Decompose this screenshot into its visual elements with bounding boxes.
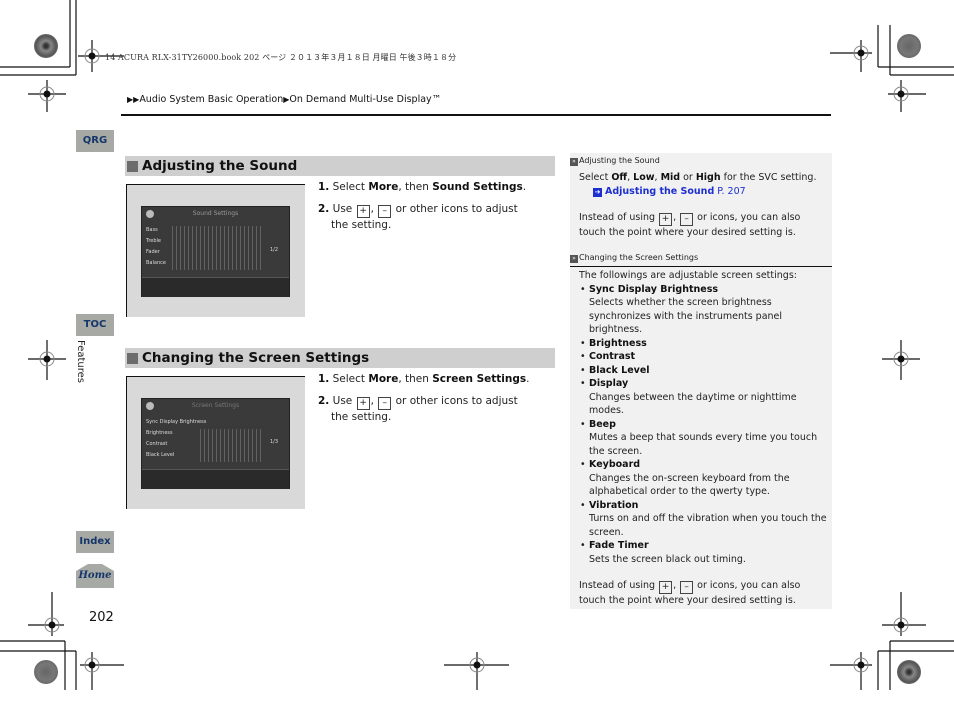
screen-settings-screenshot: Screen Settings Sync Display Brightness … [126,376,305,509]
setting-list-item: Brightness [579,337,829,351]
section-heading: Adjusting the Sound [125,156,555,176]
double-chevron-icon: » [570,255,578,263]
setting-list-item: Sync Display BrightnessSelects whether t… [579,283,829,337]
adjusting-sound-link[interactable]: ➔ Adjusting the Sound P. 207 [579,185,829,199]
qrg-tab[interactable]: QRG [76,130,114,152]
sound-settings-screen: Sound Settings Bass Treble Fader Balance… [141,206,290,297]
sound-settings-screenshot: Sound Settings Bass Treble Fader Balance… [126,184,305,317]
section-square-icon [127,160,138,172]
print-header: 14 ACURA RLX-31TY26000.book 202 ページ ２０１３… [105,53,457,62]
header-rule [121,114,831,116]
screen-row: Sync Display Brightness [146,419,207,425]
setting-description: Changes the on-screen keyboard from the … [589,472,790,498]
note-heading: » Changing the Screen Settings [570,253,698,263]
registration-disc-icon [897,660,921,684]
setting-description: Changes between the daytime or nighttime… [589,391,797,417]
registration-disc-icon [34,34,58,58]
section-heading: Changing the Screen Settings [125,348,555,368]
registration-disc-icon [34,660,58,684]
home-tab-label: Home [78,570,112,581]
minus-icon: – [680,581,694,594]
setting-name: Contrast [579,350,829,364]
steps-screen: 1. Select More, then Screen Settings. 2.… [318,372,548,432]
screen-bottom-bar [142,469,289,489]
setting-description: Mutes a beep that sounds every time you … [589,432,818,457]
setting-name: Fade Timer [579,539,829,553]
breadcrumb-arrows-icon: ▶▶ [127,95,140,104]
page-indicator: 1/2 [270,247,279,253]
registration-disc-icon [897,34,921,58]
plus-icon: + [356,205,370,218]
screen-bottom-bar [142,277,289,297]
setting-list-item: BeepMutes a beep that sounds every time … [579,418,829,459]
page-indicator: 1/3 [270,439,279,445]
setting-name: Display [579,377,829,391]
breadcrumb-item[interactable]: Audio System Basic Operation [139,94,283,105]
setting-name: Keyboard [579,458,829,472]
setting-list-item: VibrationTurns on and off the vibration … [579,499,829,540]
link-arrow-icon: ➔ [593,187,602,197]
page-number: 202 [89,610,114,625]
step: 2. Use +, – or other icons to adjust the … [318,395,518,423]
setting-name: Brightness [579,337,829,351]
setting-description: Turns on and off the vibration when you … [589,513,827,538]
setting-list-item: Contrast [579,350,829,364]
setting-name: Sync Display Brightness [579,283,829,297]
minus-icon: – [378,205,392,218]
setting-list-item: Fade TimerSets the screen black out timi… [579,539,829,566]
screen-settings-list: Sync Display BrightnessSelects whether t… [579,283,829,567]
note-screen: The followings are adjustable screen set… [579,269,829,608]
plus-icon: + [659,213,673,226]
home-tab[interactable]: Home [76,563,114,588]
setting-description: Selects whether the screen brightness sy… [589,297,783,335]
note-sound: Select Off, Low, Mid or High for the SVC… [579,171,829,240]
notes-sidebar: » Adjusting the Sound Select Off, Low, Mi… [570,153,832,609]
step: 1. Select More, then Sound Settings. [318,181,527,193]
setting-description: Sets the screen black out timing. [589,553,746,565]
breadcrumb: ▶▶Audio System Basic Operation▶On Demand… [127,94,441,105]
double-chevron-icon: » [570,158,578,166]
setting-list-item: KeyboardChanges the on-screen keyboard f… [579,458,829,499]
screen-settings-screen: Screen Settings Sync Display Brightness … [141,398,290,489]
setting-name: Black Level [579,364,829,378]
step: 2. Use +, – or other icons to adjust the … [318,203,518,231]
setting-list-item: DisplayChanges between the daytime or ni… [579,377,829,418]
step: 1. Select More, then Screen Settings. [318,373,530,385]
setting-list-item: Black Level [579,364,829,378]
plus-icon: + [356,397,370,410]
plus-icon: + [659,581,673,594]
toc-tab[interactable]: TOC [76,314,114,336]
setting-name: Vibration [579,499,829,513]
steps-sound: 1. Select More, then Sound Settings. 2. … [318,180,548,240]
minus-icon: – [378,397,392,410]
screen-title: Sound Settings [192,210,239,217]
section-title: Adjusting the Sound [142,158,298,174]
breadcrumb-item[interactable]: On Demand Multi-Use Display™ [289,94,441,105]
note-divider [570,266,832,267]
level-bars [172,226,262,270]
index-tab[interactable]: Index [76,531,114,553]
screen-title: Screen Settings [191,402,240,409]
side-label: Features [75,340,86,383]
level-bars [200,429,262,462]
setting-name: Beep [579,418,829,432]
note-heading: » Adjusting the Sound [570,156,660,166]
section-square-icon [127,352,138,364]
minus-icon: – [680,213,694,226]
section-title: Changing the Screen Settings [142,350,370,366]
